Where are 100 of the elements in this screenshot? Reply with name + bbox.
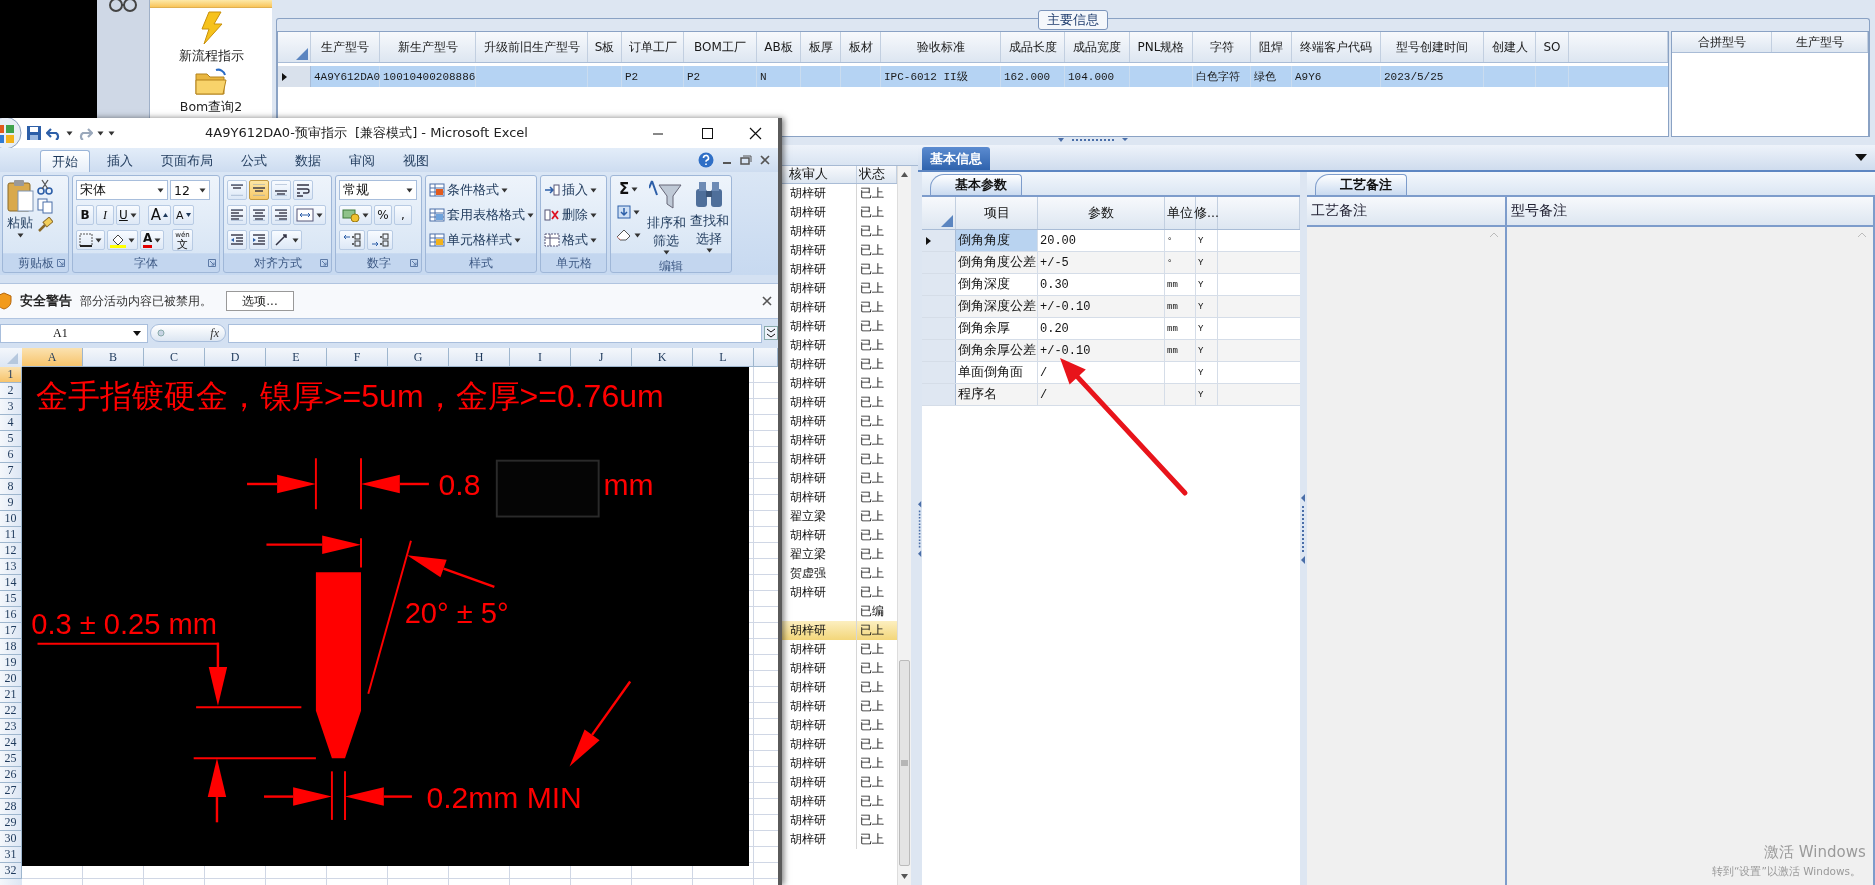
caret-icon[interactable] bbox=[292, 237, 299, 243]
column-header[interactable]: 型号备注 bbox=[1507, 197, 1875, 225]
sort-filter-button[interactable]: 排序和筛选 bbox=[646, 179, 687, 256]
expand-icon[interactable] bbox=[764, 326, 778, 340]
caret-icon[interactable] bbox=[406, 187, 413, 193]
caret-icon[interactable] bbox=[662, 250, 670, 256]
insert-cells-button[interactable]: 插入 bbox=[544, 179, 597, 201]
column-header[interactable]: 生产型号 bbox=[1772, 32, 1868, 52]
column-header[interactable]: 合拼型号 bbox=[1672, 32, 1773, 52]
align-left-button[interactable] bbox=[227, 205, 247, 225]
font-color-button[interactable]: A bbox=[140, 230, 165, 250]
caret-icon[interactable] bbox=[316, 212, 323, 218]
column-header[interactable]: 成品宽度 bbox=[1065, 32, 1130, 62]
caret-icon[interactable] bbox=[128, 237, 135, 243]
decrease-decimal-button[interactable] bbox=[367, 230, 393, 250]
dialog-launcher-icon[interactable] bbox=[57, 259, 65, 267]
row-header[interactable]: 32 bbox=[0, 863, 22, 879]
ribbon-tab[interactable]: 数据 bbox=[284, 150, 332, 172]
column-header[interactable]: 升级前旧生产型号 bbox=[476, 32, 588, 62]
underline-button[interactable]: U bbox=[116, 205, 140, 225]
currency-button[interactable] bbox=[339, 205, 372, 225]
options-button[interactable]: 选项... bbox=[226, 291, 294, 311]
undo-icon[interactable] bbox=[46, 126, 62, 140]
caret-icon[interactable] bbox=[633, 209, 640, 215]
name-box[interactable]: A1 bbox=[0, 323, 148, 343]
brush-icon[interactable] bbox=[37, 217, 53, 233]
align-middle-button[interactable] bbox=[249, 180, 269, 200]
column-header[interactable]: 修... bbox=[1196, 197, 1218, 229]
number-format-field[interactable]: 常规 bbox=[339, 180, 417, 200]
align-right-button[interactable] bbox=[271, 205, 291, 225]
nav-item[interactable]: Bom查询2 bbox=[179, 68, 243, 116]
selected-row[interactable]: 4A9Y612DA0 10010400208886 P2 P2 N IPC-6012 II级 162.000 104.000 白色字符 绿色 A9Y6 2023/5/25 bbox=[278, 66, 1669, 87]
format-cells-button[interactable]: 格式 bbox=[544, 229, 597, 251]
increase-indent-button[interactable] bbox=[249, 230, 269, 250]
function-button[interactable]: fx bbox=[150, 324, 226, 342]
column-header[interactable]: A bbox=[22, 348, 83, 367]
table-format-button[interactable]: 套用表格格式 bbox=[429, 204, 534, 226]
ribbon-tab[interactable]: 视图 bbox=[392, 150, 440, 172]
ribbon-tab[interactable]: 审阅 bbox=[338, 150, 386, 172]
caret-icon[interactable] bbox=[362, 212, 369, 218]
column-header[interactable]: 板厚 bbox=[801, 32, 841, 62]
percent-button[interactable]: % bbox=[374, 205, 392, 225]
dialog-launcher-icon[interactable] bbox=[320, 259, 328, 267]
splitter-grip-icon[interactable] bbox=[1058, 137, 1128, 144]
bold-button[interactable]: B bbox=[76, 205, 94, 225]
dialog-launcher-icon[interactable] bbox=[208, 259, 216, 267]
column-header[interactable]: 参数 bbox=[1038, 197, 1165, 229]
font-name-field[interactable]: 宋体 bbox=[76, 180, 168, 200]
column-header[interactable]: 阻焊 bbox=[1251, 32, 1292, 62]
column-header[interactable]: 验收标准 bbox=[881, 32, 1001, 62]
orientation-button[interactable] bbox=[271, 230, 302, 250]
nav-item[interactable]: 新流程指示 bbox=[178, 11, 244, 65]
panel-tab[interactable]: 工艺备注 bbox=[1315, 174, 1407, 195]
caret-icon[interactable] bbox=[590, 187, 597, 193]
caret-icon[interactable] bbox=[157, 187, 164, 193]
column-header[interactable]: 核审人 bbox=[787, 166, 857, 183]
save-icon[interactable] bbox=[26, 125, 42, 141]
fill-color-button[interactable] bbox=[107, 230, 138, 250]
column-header[interactable]: 型号创建时间 bbox=[1381, 32, 1484, 62]
copy-icon[interactable] bbox=[37, 198, 53, 214]
ribbon-tab[interactable]: 公式 bbox=[230, 150, 278, 172]
paste-button[interactable]: 粘贴 bbox=[6, 179, 34, 252]
column-header[interactable]: 生产型号 bbox=[311, 32, 380, 62]
column-header[interactable]: S板 bbox=[588, 32, 622, 62]
caret-icon[interactable] bbox=[199, 187, 206, 193]
comma-button[interactable]: , bbox=[394, 205, 412, 225]
splitter-grip-icon[interactable] bbox=[1301, 493, 1306, 564]
close-icon[interactable] bbox=[760, 155, 770, 165]
column-header[interactable]: 新生产型号 bbox=[380, 32, 476, 62]
row-header[interactable] bbox=[278, 66, 311, 87]
panel-tab[interactable]: 基本参数 bbox=[930, 174, 1022, 195]
caret-icon[interactable] bbox=[590, 212, 597, 218]
cut-icon[interactable] bbox=[37, 179, 53, 195]
close-icon[interactable] bbox=[747, 125, 764, 141]
row-header[interactable] bbox=[922, 230, 956, 251]
ribbon-tab[interactable]: 页面布局 bbox=[150, 150, 224, 172]
column-header[interactable]: 终端客户代码 bbox=[1292, 32, 1381, 62]
dialog-launcher-icon[interactable] bbox=[410, 259, 418, 267]
sum-button[interactable]: Σ bbox=[614, 179, 643, 199]
cell-style-button[interactable]: 单元格样式 bbox=[429, 229, 534, 251]
scrollbar-thumb[interactable] bbox=[899, 660, 910, 866]
caret-icon[interactable] bbox=[66, 130, 73, 136]
column-header[interactable]: 创建人 bbox=[1484, 32, 1536, 62]
caret-icon[interactable] bbox=[527, 212, 534, 218]
caret-icon[interactable] bbox=[16, 233, 24, 238]
column-header[interactable]: 成品长度 bbox=[1001, 32, 1065, 62]
column-header[interactable]: 板材 bbox=[841, 32, 881, 62]
align-center-button[interactable] bbox=[249, 205, 269, 225]
ribbon-tab[interactable]: 插入 bbox=[96, 150, 144, 172]
column-header[interactable]: PNL规格 bbox=[1130, 32, 1193, 62]
caret-icon[interactable] bbox=[501, 187, 508, 193]
align-top-button[interactable] bbox=[227, 180, 247, 200]
increase-decimal-button[interactable] bbox=[339, 230, 365, 250]
italic-button[interactable]: I bbox=[96, 205, 114, 225]
help-icon[interactable] bbox=[698, 152, 714, 168]
ribbon-tab[interactable]: 开始 bbox=[40, 150, 90, 172]
column-header[interactable]: 订单工厂 bbox=[622, 32, 684, 62]
merge-button[interactable] bbox=[293, 205, 326, 225]
caret-icon[interactable] bbox=[590, 237, 597, 243]
find-select-button[interactable]: 查找和选择 bbox=[689, 179, 730, 256]
